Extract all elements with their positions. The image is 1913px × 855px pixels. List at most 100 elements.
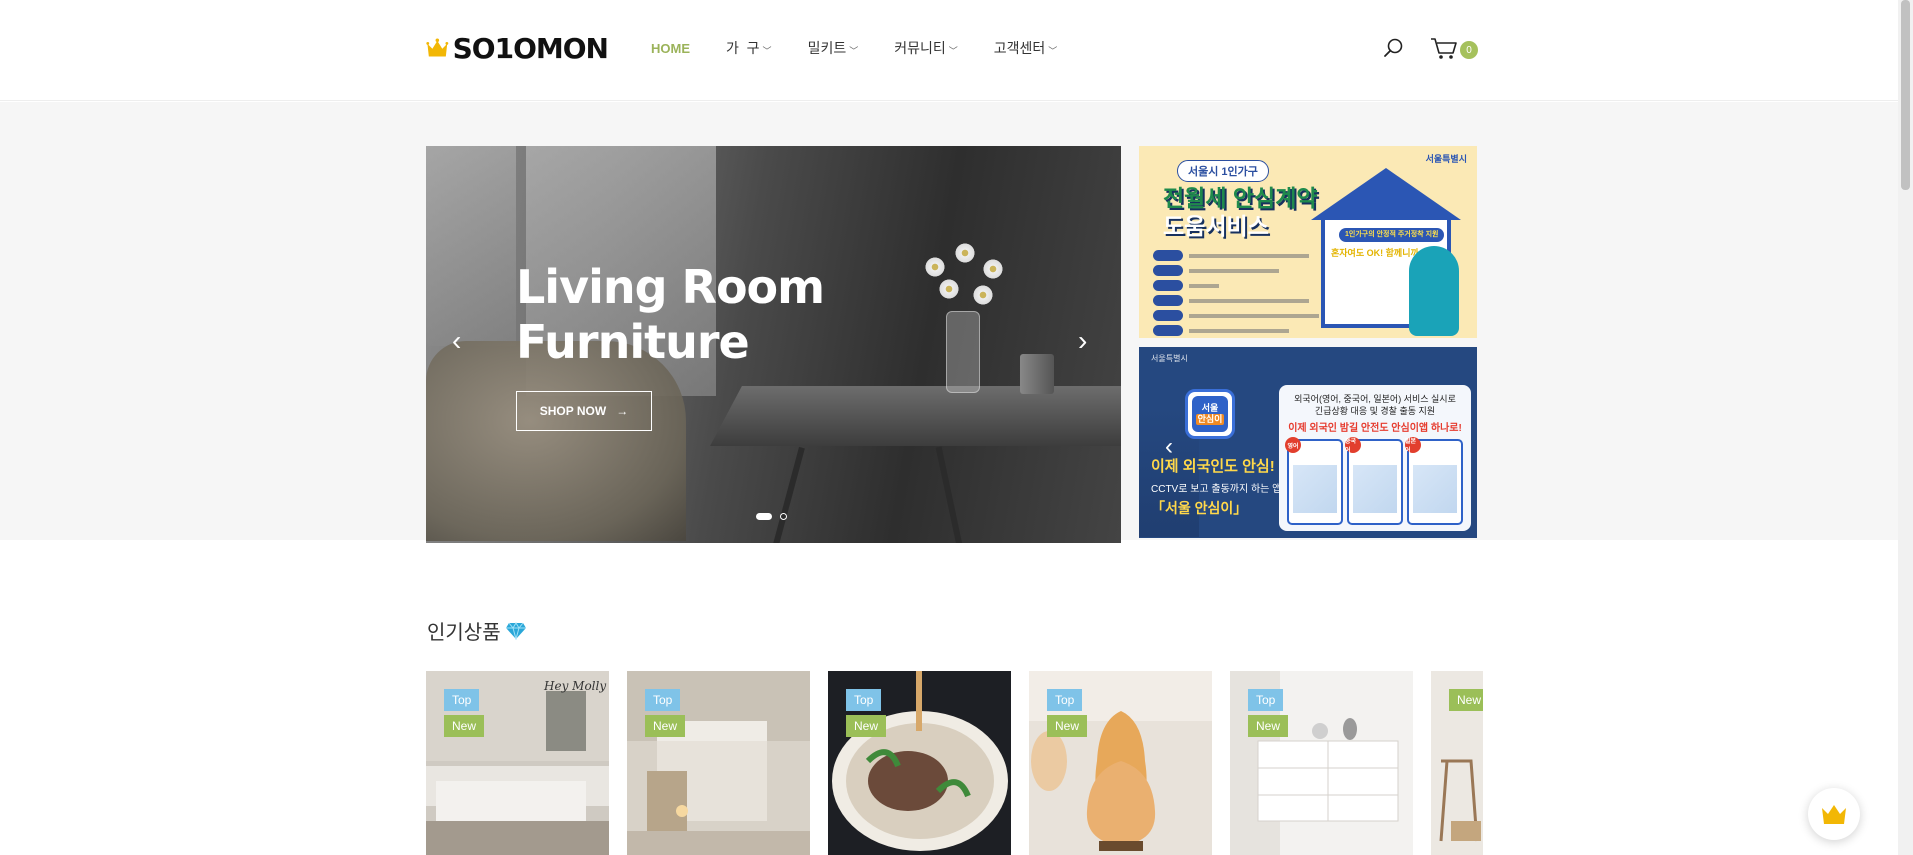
banner1-row (1153, 250, 1319, 261)
banner2-app-name: 「서울 안심이」 (1151, 500, 1248, 516)
nav-community[interactable]: 커뮤니티 ﹀ (894, 38, 958, 58)
phone-screenshot: 영어 (1285, 437, 1343, 525)
phone-screenshot: 중국어 (1345, 437, 1403, 525)
banner1-house-pill: 1인가구의 안정적 주거정착 지원 (1339, 228, 1445, 242)
page: SO1OMON HOME 가 구﹀ 밀키트﹀ 커뮤니티﹀ 고객센터﹀ 0 (0, 0, 1913, 855)
hero-slider[interactable]: Living Room Furniture SHOP NOW → ‹ › (426, 146, 1121, 543)
badge-top: Top (444, 689, 480, 711)
banner2-card-line1: 외국어(영어, 중국어, 일본어) 서비스 실시로 (1294, 394, 1456, 404)
chevron-down-icon: ﹀ (948, 45, 958, 56)
banner1-row (1153, 295, 1319, 306)
search-icon[interactable] (1383, 37, 1405, 59)
banner1-row (1153, 325, 1319, 336)
pillow-decoration (426, 341, 686, 541)
product-card[interactable]: New (1431, 671, 1483, 855)
phone-lang-badge: 중국어 (1345, 437, 1361, 454)
badge-new: New (444, 715, 485, 737)
logo-text: SO1OMON (452, 31, 609, 65)
nav-customer-center-label: 고객센터 (993, 40, 1046, 56)
site-header: SO1OMON HOME 가 구 ﹀ 밀키트 ﹀ 커뮤니티 ﹀ 고객센터 ﹀ 0 (0, 0, 1898, 101)
badge-top: Top (1047, 689, 1083, 711)
nav-furniture[interactable]: 가 구 ﹀ (726, 38, 772, 58)
banner1-row (1153, 280, 1319, 291)
banner2-top-logo: 서울특별시 (1151, 354, 1188, 363)
phone-screenshot: 일본어 (1405, 437, 1463, 525)
page-scrollbar[interactable] (1898, 0, 1913, 855)
table-decoration (710, 386, 1121, 446)
banner1-tag: 서울시 1인가구 (1177, 160, 1269, 182)
banner1-title-line2: 도움서비스 (1163, 213, 1269, 239)
phone-lang-badge: 일본어 (1405, 437, 1421, 454)
badge-new: New (846, 715, 887, 737)
banner2-card-lines: 외국어(영어, 중국어, 일본어) 서비스 실시로 긴급상황 대응 및 경찰 출… (1289, 393, 1461, 417)
nav-home[interactable]: HOME (651, 38, 690, 58)
cup-decoration (1020, 354, 1054, 394)
chevron-down-icon: ﹀ (1048, 45, 1058, 56)
chevron-down-icon: ﹀ (849, 45, 859, 56)
banner1-corner-logo: 서울특별시 (1425, 154, 1467, 164)
window-decoration (426, 146, 516, 346)
product-card[interactable]: Hey Molly Top New (426, 671, 609, 855)
banner2-card-line3: 이제 외국인 밤길 안전도 안심이앱 하나로! (1288, 423, 1462, 434)
chevron-down-icon: ﹀ (762, 45, 772, 56)
popular-products-title: 인기상품 (427, 616, 527, 645)
banner1-row (1153, 265, 1319, 276)
hero-title: Living Room Furniture (516, 260, 825, 370)
phone-screenshots: 영어 중국어 일본어 (1285, 437, 1463, 525)
nav-mealkit[interactable]: 밀키트 ﹀ (808, 38, 859, 58)
badge-new: New (1449, 689, 1483, 711)
banner2-sub-text: CCTV로 보고 출동까지 하는 앱 (1151, 484, 1282, 495)
banner-rental-contract[interactable]: 서울시 1인가구 전월세 안심계약 도움서비스 1인가구의 안정적 주거정착 지… (1139, 146, 1477, 338)
app-icon-text-2: 안심이 (1195, 414, 1225, 425)
nav-mealkit-label: 밀키트 (807, 40, 847, 56)
banner-next-arrow[interactable]: › (1439, 433, 1447, 461)
product-image-caption: Hey Molly (544, 679, 607, 693)
slider-dot-1[interactable] (756, 513, 772, 520)
badge-new: New (1047, 715, 1088, 737)
flower-decoration (924, 256, 946, 278)
product-card[interactable]: Top New (828, 671, 1011, 855)
crown-icon (426, 38, 449, 57)
shop-now-button[interactable]: SHOP NOW → (516, 391, 652, 431)
section-title-text: 인기상품 (427, 622, 501, 644)
logo[interactable]: SO1OMON (426, 20, 609, 76)
slider-prev-arrow[interactable]: ‹ (452, 327, 472, 355)
vase-decoration (946, 311, 980, 393)
badge-new: New (645, 715, 686, 737)
crown-icon (1822, 805, 1846, 824)
scrollbar-thumb[interactable] (1901, 0, 1910, 190)
hero-title-line2: Furniture (516, 315, 750, 369)
product-card[interactable]: Top New (627, 671, 810, 855)
nav-furniture-label: 가 구 (726, 40, 760, 56)
flower-decoration (972, 284, 994, 306)
gem-icon (505, 621, 526, 640)
main-nav: HOME 가 구 ﹀ 밀키트 ﹀ 커뮤니티 ﹀ 고객센터 ﹀ (651, 38, 1093, 58)
phone-lang-badge: 영어 (1285, 437, 1301, 453)
mascot-graphic (1409, 246, 1459, 336)
banner1-ok-a: 혼자여도 OK! (1331, 248, 1384, 258)
slider-dots (756, 513, 787, 520)
slider-next-arrow[interactable]: › (1078, 327, 1098, 355)
slider-dot-2[interactable] (780, 513, 787, 520)
banner-seoul-ansimi[interactable]: 서울특별시 서울 안심이 이제 외국인도 안심! CCTV로 보고 출동까지 하… (1139, 347, 1477, 538)
flower-decoration (938, 278, 960, 300)
badge-top: Top (1248, 689, 1284, 711)
nav-community-label: 커뮤니티 (894, 40, 946, 56)
banner1-info-rows (1153, 250, 1319, 338)
hero-title-line1: Living Room (516, 260, 825, 314)
nav-customer-center[interactable]: 고객센터 ﹀ (994, 38, 1058, 58)
nav-home-label: HOME (651, 40, 690, 56)
banner1-title: 전월세 안심계약 도움서비스 (1163, 184, 1318, 240)
flower-decoration (982, 258, 1004, 280)
banner1-title-line1: 전월세 안심계약 (1163, 185, 1318, 211)
product-card[interactable]: Top New (1230, 671, 1413, 855)
badge-top: Top (846, 689, 882, 711)
app-icon-text-1: 서울 (1201, 403, 1219, 413)
floating-chat-button[interactable] (1808, 788, 1860, 840)
badge-new: New (1248, 715, 1289, 737)
banner-prev-arrow[interactable]: ‹ (1165, 433, 1173, 461)
shop-now-label: SHOP NOW (539, 404, 607, 418)
banner1-row (1153, 310, 1319, 321)
arrow-right-icon: → (616, 404, 629, 418)
product-card[interactable]: Top New (1029, 671, 1212, 855)
